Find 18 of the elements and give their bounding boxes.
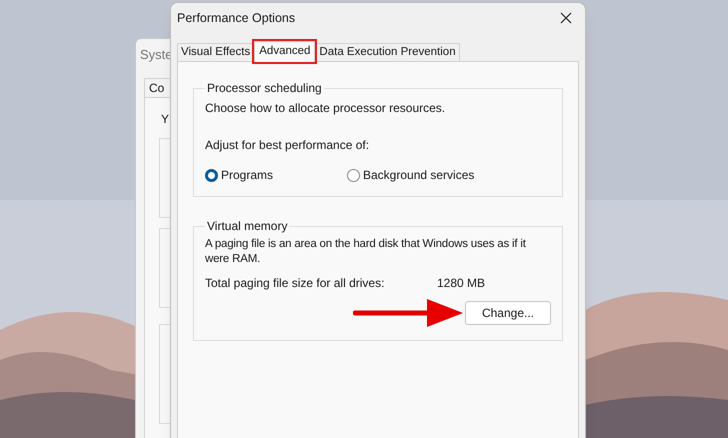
close-icon	[560, 12, 572, 24]
radio-option[interactable]: Background services	[347, 166, 474, 184]
size-label: Total paging file size for all drives:	[205, 275, 386, 292]
group-title: Virtual memory	[206, 218, 288, 235]
radio-button[interactable]	[205, 168, 218, 182]
text-fragment: Y	[161, 111, 170, 128]
description-text: Choose how to allocate processor resources.	[205, 100, 446, 117]
size-value: 1280 MB	[437, 275, 486, 292]
radio-button[interactable]	[347, 168, 360, 182]
group-title: Processor scheduling	[206, 80, 323, 97]
description-text: A paging file is an area on the hard disk that Windows uses as if it were RAM.	[205, 237, 527, 267]
prompt-text: Adjust for best performance of:	[205, 137, 370, 154]
tab[interactable]: Data Execution Prevention	[315, 43, 460, 61]
tab[interactable]: Visual Effects	[177, 43, 254, 61]
change-button[interactable]: Change...	[465, 301, 551, 325]
tab[interactable]: Advanced	[254, 41, 316, 62]
radio-option[interactable]: Programs	[205, 166, 347, 184]
window-title: Performance Options	[177, 10, 296, 27]
